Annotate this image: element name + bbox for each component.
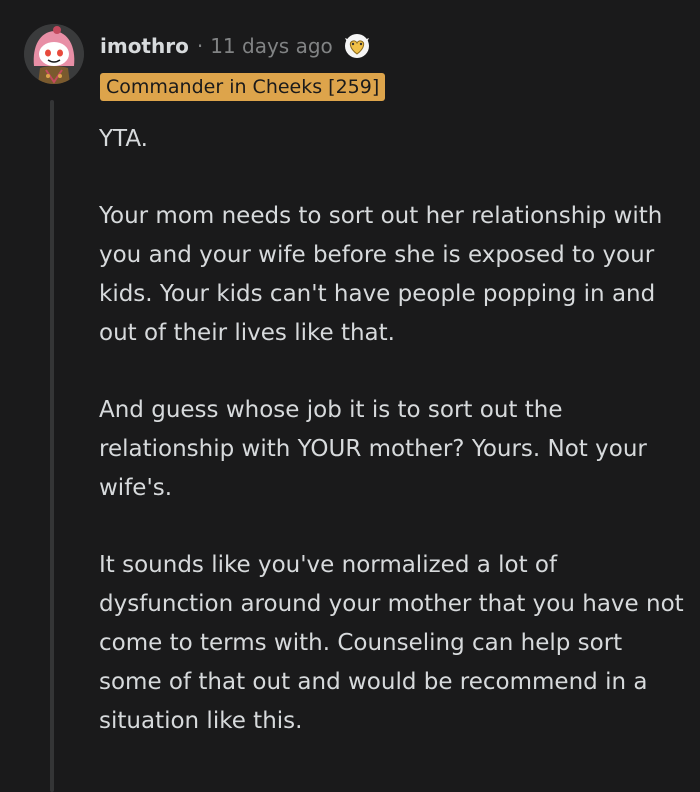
timestamp-link[interactable]: 11 days ago xyxy=(210,34,333,58)
user-avatar[interactable] xyxy=(24,24,84,84)
comment: imothro · 11 days ago Commander in Cheek… xyxy=(0,0,700,792)
thread-collapse-line[interactable] xyxy=(50,100,54,792)
wholesome-heart-award-icon[interactable] xyxy=(343,32,371,60)
username-link[interactable]: imothro xyxy=(100,34,189,58)
comment-body: YTA. Your mom needs to sort out her rela… xyxy=(99,120,684,779)
comment-paragraph: YTA. xyxy=(99,126,148,152)
comment-paragraph: And guess whose job it is to sort out th… xyxy=(99,397,647,501)
comment-paragraph: Your mom needs to sort out her relations… xyxy=(99,203,663,346)
user-flair: Commander in Cheeks [259] xyxy=(100,73,386,101)
meta-separator: · xyxy=(196,34,204,58)
comment-paragraph: It sounds like you've normalized a lot o… xyxy=(99,552,684,734)
comment-meta: imothro · 11 days ago xyxy=(100,30,371,62)
snoo-avatar-icon xyxy=(24,24,84,84)
